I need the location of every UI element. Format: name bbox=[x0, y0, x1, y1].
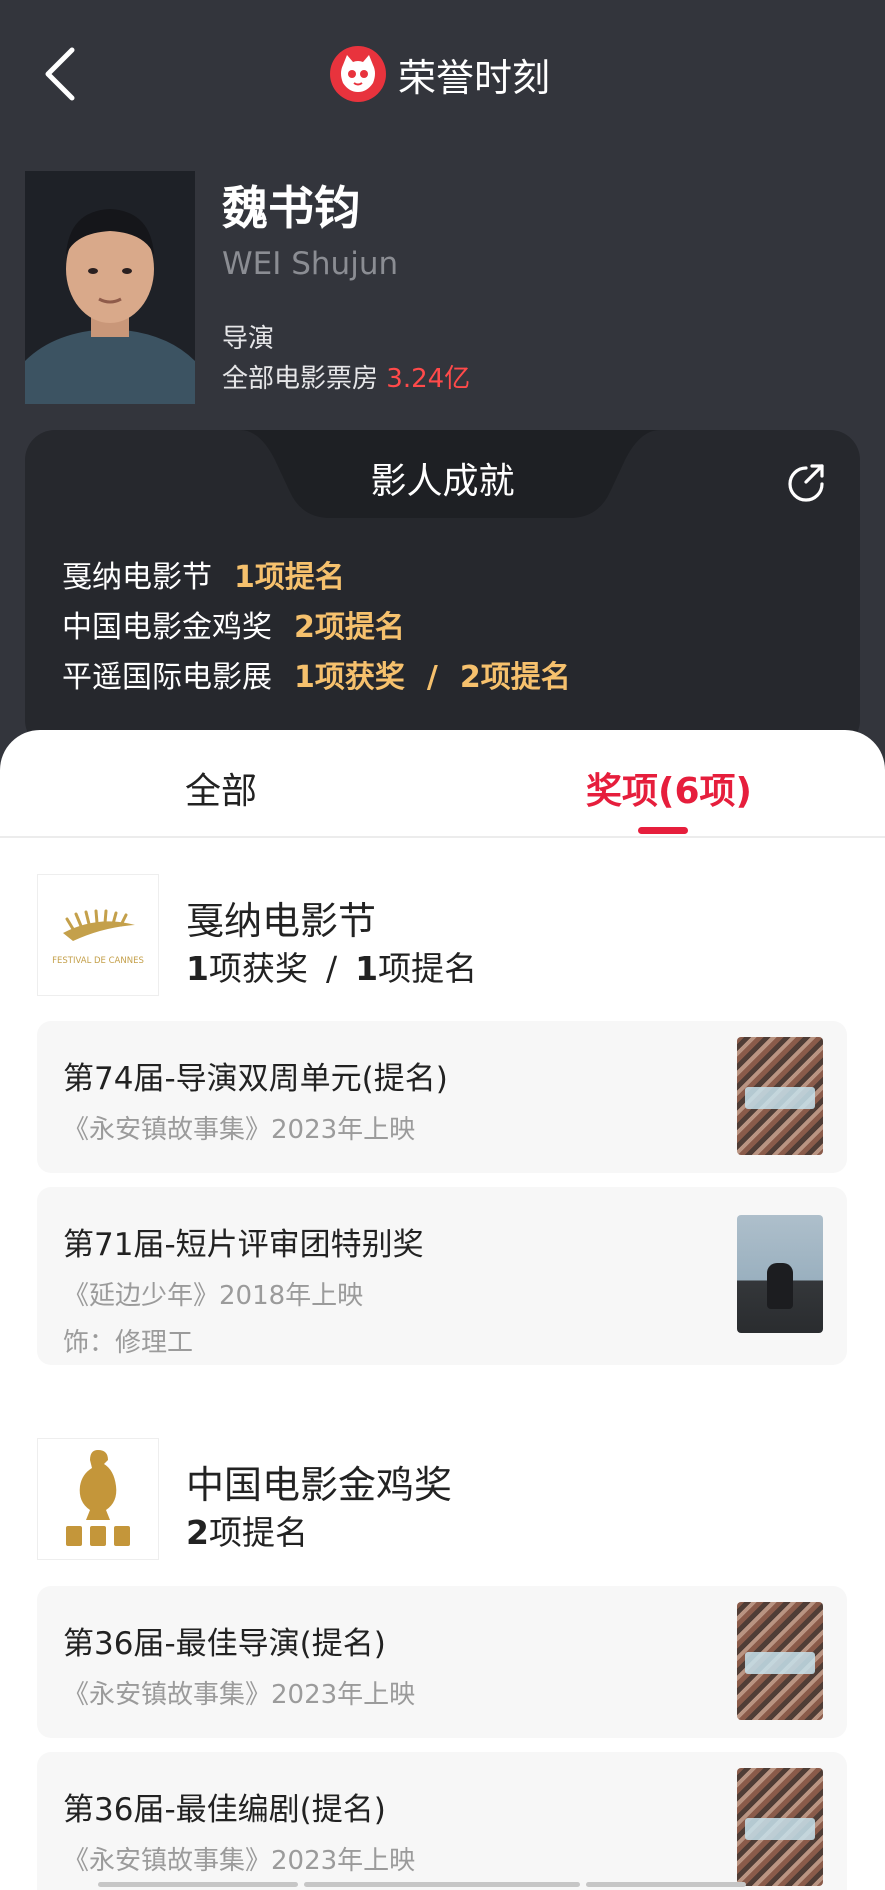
stat-num: 2 bbox=[186, 1513, 209, 1552]
stat-num: 1 bbox=[186, 949, 209, 988]
stat-num: 1 bbox=[355, 949, 379, 988]
profile-header: 荣誉时刻 魏书钧 WEI Shujun 导演 全部电影票房 3.24亿 影人成就… bbox=[0, 0, 885, 750]
award-role: 饰：修理工 bbox=[63, 1328, 194, 1358]
share-icon[interactable] bbox=[784, 460, 828, 504]
person-name-en: WEI Shujun bbox=[222, 246, 399, 282]
award-card[interactable]: 第71届-短片评审团特别奖 《延边少年》2018年上映 饰：修理工 bbox=[37, 1187, 847, 1365]
cannes-logo: FESTIVAL DE CANNES bbox=[37, 874, 159, 996]
achievement-row-cannes: 戛纳电影节 1项提名 bbox=[62, 552, 345, 596]
achievements-title: 影人成就 bbox=[370, 461, 515, 502]
stat-label: 项获奖 bbox=[208, 949, 308, 988]
achievement-count: 2项提名 bbox=[294, 610, 405, 645]
achievement-festival: 平遥国际电影展 bbox=[62, 660, 272, 695]
scroll-indicator bbox=[586, 1882, 746, 1887]
award-title: 第71届-短片评审团特别奖 bbox=[63, 1227, 424, 1263]
person-avatar bbox=[25, 171, 195, 404]
award-film: 《永安镇故事集》2023年上映 bbox=[63, 1115, 416, 1145]
film-poster bbox=[737, 1215, 823, 1333]
film-poster bbox=[737, 1602, 823, 1720]
achievement-count: 1项提名 bbox=[234, 560, 345, 595]
person-role: 导演 bbox=[222, 324, 275, 354]
festival-name-cannes: 戛纳电影节 bbox=[186, 899, 377, 943]
back-chevron-icon[interactable] bbox=[40, 44, 80, 104]
scroll-indicator bbox=[304, 1882, 580, 1887]
achievement-festival: 中国电影金鸡奖 bbox=[62, 610, 272, 645]
page-title: 荣誉时刻 bbox=[398, 55, 551, 100]
award-title: 第74届-导演双周单元(提名) bbox=[63, 1061, 448, 1097]
stat-label: 项提名 bbox=[208, 1513, 308, 1552]
award-film: 《永安镇故事集》2023年上映 bbox=[63, 1846, 416, 1876]
achievement-count: 1项获奖 bbox=[294, 660, 405, 695]
festival-stats-cannes: 1项获奖/1项提名 bbox=[186, 942, 477, 990]
achievement-row-golden-rooster: 中国电影金鸡奖 2项提名 bbox=[62, 602, 405, 646]
scroll-indicator bbox=[98, 1882, 298, 1887]
box-office-value: 3.24亿 bbox=[386, 364, 471, 394]
award-title: 第36届-最佳导演(提名) bbox=[63, 1626, 386, 1662]
achievement-separator: / bbox=[426, 660, 438, 695]
cat-logo-icon bbox=[330, 46, 386, 102]
tab-divider bbox=[0, 836, 885, 838]
golden-rooster-logo bbox=[37, 1438, 159, 1560]
film-poster bbox=[737, 1768, 823, 1886]
page-title-bar: 荣誉时刻 bbox=[330, 46, 550, 102]
achievement-row-pingyao: 平遥国际电影展 1项获奖 / 2项提名 bbox=[62, 652, 571, 696]
tab-all[interactable]: 全部 bbox=[185, 762, 257, 814]
award-film: 《延边少年》2018年上映 bbox=[63, 1281, 364, 1311]
achievement-count: 2项提名 bbox=[459, 660, 571, 695]
award-card[interactable]: 第36届-最佳导演(提名) 《永安镇故事集》2023年上映 bbox=[37, 1586, 847, 1738]
box-office-label: 全部电影票房 bbox=[222, 364, 379, 394]
active-tab-indicator bbox=[638, 827, 688, 834]
film-poster bbox=[737, 1037, 823, 1155]
stat-separator: / bbox=[325, 949, 338, 988]
award-film: 《永安镇故事集》2023年上映 bbox=[63, 1680, 416, 1710]
stat-label: 项提名 bbox=[378, 949, 478, 988]
tab-awards[interactable]: 奖项(6项) bbox=[586, 762, 752, 814]
festival-stats-golden-rooster: 2项提名 bbox=[186, 1506, 308, 1554]
festival-name-golden-rooster: 中国电影金鸡奖 bbox=[186, 1463, 453, 1507]
achievement-festival: 戛纳电影节 bbox=[62, 560, 212, 595]
award-card[interactable]: 第74届-导演双周单元(提名) 《永安镇故事集》2023年上映 bbox=[37, 1021, 847, 1173]
svg-text:FESTIVAL DE CANNES: FESTIVAL DE CANNES bbox=[52, 956, 144, 966]
box-office: 全部电影票房 3.24亿 bbox=[222, 358, 470, 395]
person-name-cn: 魏书钧 bbox=[222, 181, 360, 235]
award-title: 第36届-最佳编剧(提名) bbox=[63, 1792, 386, 1828]
awards-sheet: 全部 奖项(6项) FESTIVAL DE CANNES 戛纳电影节 1项获奖 /… bbox=[0, 730, 885, 1890]
award-card[interactable]: 第36届-最佳编剧(提名) 《永安镇故事集》2023年上映 bbox=[37, 1752, 847, 1890]
